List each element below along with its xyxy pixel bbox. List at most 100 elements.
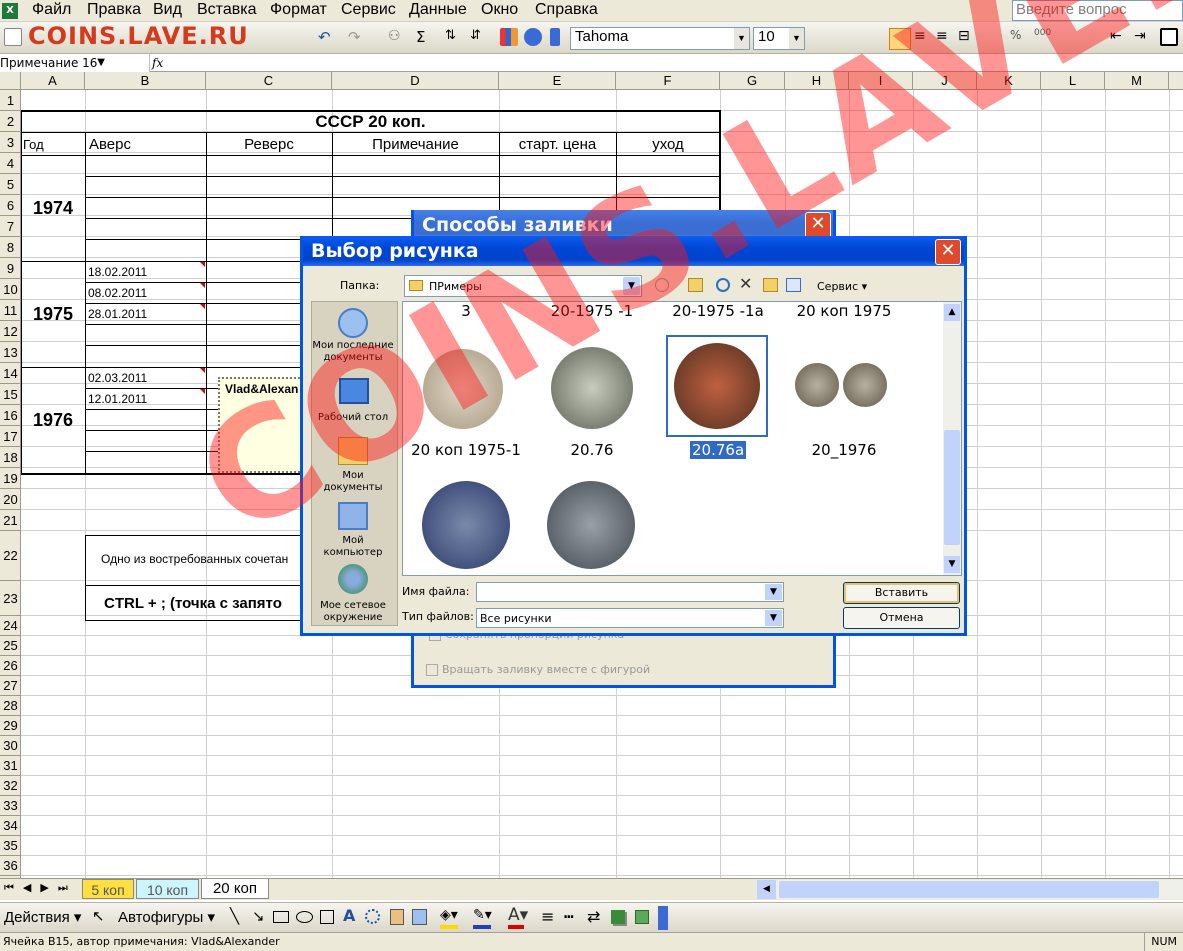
menu-edit[interactable]: Правка — [87, 1, 141, 19]
row-header[interactable]: 22 — [0, 531, 21, 581]
column-header[interactable]: D — [332, 72, 499, 90]
align-center-icon[interactable]: ≡ — [914, 28, 932, 46]
my-documents-icon[interactable] — [338, 437, 368, 465]
toolbar-options-icon[interactable] — [658, 906, 668, 930]
menu-tools[interactable]: Сервис — [341, 1, 396, 19]
file-label[interactable]: 20_1976 — [781, 441, 907, 459]
menu-help[interactable]: Справка — [535, 1, 598, 19]
row-header[interactable]: 11 — [0, 300, 21, 321]
name-box[interactable]: Примечание 16 ▼ — [0, 54, 150, 72]
shadow-style-icon[interactable] — [611, 910, 625, 924]
row-header[interactable]: 35 — [0, 836, 21, 856]
line-icon[interactable]: ╲ — [230, 907, 239, 925]
row-header[interactable]: 21 — [0, 510, 21, 531]
row-header[interactable]: 17 — [0, 426, 21, 447]
menu-format[interactable]: Формат — [270, 1, 327, 19]
chevron-down-icon[interactable]: ▼ — [789, 28, 804, 49]
row-header[interactable]: 3 — [0, 132, 21, 153]
horizontal-scrollbar[interactable]: ◀ — [757, 880, 1183, 899]
font-color-icon[interactable]: A▾ — [508, 905, 528, 925]
rectangle-icon[interactable] — [273, 911, 289, 923]
column-header[interactable]: F — [616, 72, 720, 90]
column-header[interactable]: K — [977, 72, 1041, 90]
thumbnail[interactable] — [793, 339, 889, 435]
tab-scroll-icon[interactable]: ⏮◀▶⏭ — [4, 881, 77, 895]
year-1974[interactable]: 1974 — [21, 198, 85, 219]
dash-style-icon[interactable]: ┅ — [564, 907, 574, 926]
filetype-select[interactable]: Все рисунки ▼ — [476, 608, 784, 628]
excel-icon[interactable]: X — [2, 3, 18, 19]
service-menu[interactable]: Сервис ▾ — [817, 280, 867, 293]
chevron-down-icon[interactable]: ▼ — [765, 584, 782, 600]
header-reverse[interactable]: Реверс — [206, 136, 332, 153]
vertical-scrollbar[interactable]: ▲ ▼ — [943, 302, 961, 575]
menu-data[interactable]: Данные — [409, 1, 467, 19]
increase-indent-icon[interactable]: ⇥ — [1134, 28, 1152, 46]
scroll-up-icon[interactable]: ▲ — [944, 304, 960, 321]
date-cell[interactable]: 12.01.2011 — [88, 392, 147, 406]
font-name-select[interactable]: Tahoma ▼ — [570, 27, 750, 50]
row-header[interactable]: 26 — [0, 656, 21, 676]
formula-bar[interactable] — [0, 54, 1183, 72]
column-header[interactable]: G — [720, 72, 785, 90]
table-title[interactable]: СССР 20 коп. — [21, 111, 720, 133]
row-header[interactable]: 36 — [0, 856, 21, 876]
column-header[interactable]: L — [1041, 72, 1105, 90]
row-header[interactable]: 14 — [0, 363, 21, 384]
row-header[interactable]: 29 — [0, 716, 21, 736]
autosum-icon[interactable]: Σ — [416, 28, 434, 46]
scroll-left-icon[interactable]: ◀ — [757, 880, 776, 899]
chevron-down-icon[interactable]: ▼ — [765, 610, 782, 626]
row-header[interactable]: 5 — [0, 174, 21, 195]
thumbnail[interactable] — [418, 477, 514, 573]
header-sold[interactable]: уход — [616, 136, 720, 153]
date-cell[interactable]: 08.02.2011 — [88, 286, 147, 300]
row-header[interactable]: 24 — [0, 616, 21, 636]
rotate-fill-checkbox[interactable]: Вращать заливку вместе с фигурой — [426, 663, 650, 676]
3d-style-icon[interactable] — [635, 910, 649, 924]
row-header[interactable]: 6 — [0, 195, 21, 216]
borders-icon[interactable] — [1160, 28, 1178, 46]
sheet-tab[interactable]: 5 коп — [82, 879, 134, 899]
redo-icon[interactable]: ↷ — [348, 28, 366, 46]
row-header[interactable]: 1 — [0, 90, 21, 111]
close-icon[interactable]: ✕ — [805, 212, 831, 238]
network-icon[interactable] — [338, 564, 368, 594]
date-cell[interactable]: 28.01.2011 — [88, 307, 147, 321]
column-header[interactable]: B — [85, 72, 206, 90]
scroll-thumb[interactable] — [944, 430, 960, 545]
row-header[interactable]: 9 — [0, 258, 21, 279]
select-objects-icon[interactable]: ↖ — [92, 907, 105, 925]
date-cell[interactable]: 18.02.2011 — [88, 265, 147, 279]
header-note[interactable]: Примечание — [332, 136, 499, 153]
row-header[interactable]: 27 — [0, 676, 21, 696]
row-header[interactable]: 4 — [0, 153, 21, 174]
sheet-tab-active[interactable]: 20 коп — [201, 879, 269, 899]
place-my-computer[interactable]: Мой компьютер — [312, 535, 394, 559]
row-header[interactable]: 16 — [0, 405, 21, 426]
sort-asc-icon[interactable]: ⇅ — [445, 28, 463, 46]
diagram-icon[interactable] — [365, 909, 380, 924]
shortcut-note-cell[interactable]: CTRL + ; (точка с запято — [104, 595, 300, 612]
file-label[interactable]: 20-1975 -1 — [529, 302, 655, 320]
new-icon[interactable] — [4, 28, 22, 46]
note-cell[interactable]: Одно из востребованных сочетан — [101, 552, 301, 566]
column-header[interactable]: C — [206, 72, 332, 90]
row-header[interactable]: 32 — [0, 776, 21, 796]
row-header[interactable]: 7 — [0, 216, 21, 237]
row-header[interactable]: 30 — [0, 736, 21, 756]
up-folder-icon[interactable] — [688, 278, 703, 292]
column-header[interactable]: E — [499, 72, 616, 90]
scroll-thumb[interactable] — [779, 881, 1159, 898]
scroll-down-icon[interactable]: ▼ — [944, 556, 960, 573]
year-1975[interactable]: 1975 — [21, 304, 85, 325]
my-computer-icon[interactable] — [338, 502, 368, 530]
row-header[interactable]: 34 — [0, 816, 21, 836]
arrow-style-icon[interactable]: ⇄ — [587, 907, 600, 926]
row-header[interactable]: 33 — [0, 796, 21, 816]
file-label[interactable]: 20 коп 1975 — [781, 302, 907, 320]
new-folder-icon[interactable] — [763, 278, 778, 292]
insert-button[interactable]: Вставить — [843, 582, 960, 604]
folder-select[interactable]: ПРимеры ▼ — [404, 275, 642, 297]
place-my-documents[interactable]: Мои документы — [312, 470, 394, 494]
